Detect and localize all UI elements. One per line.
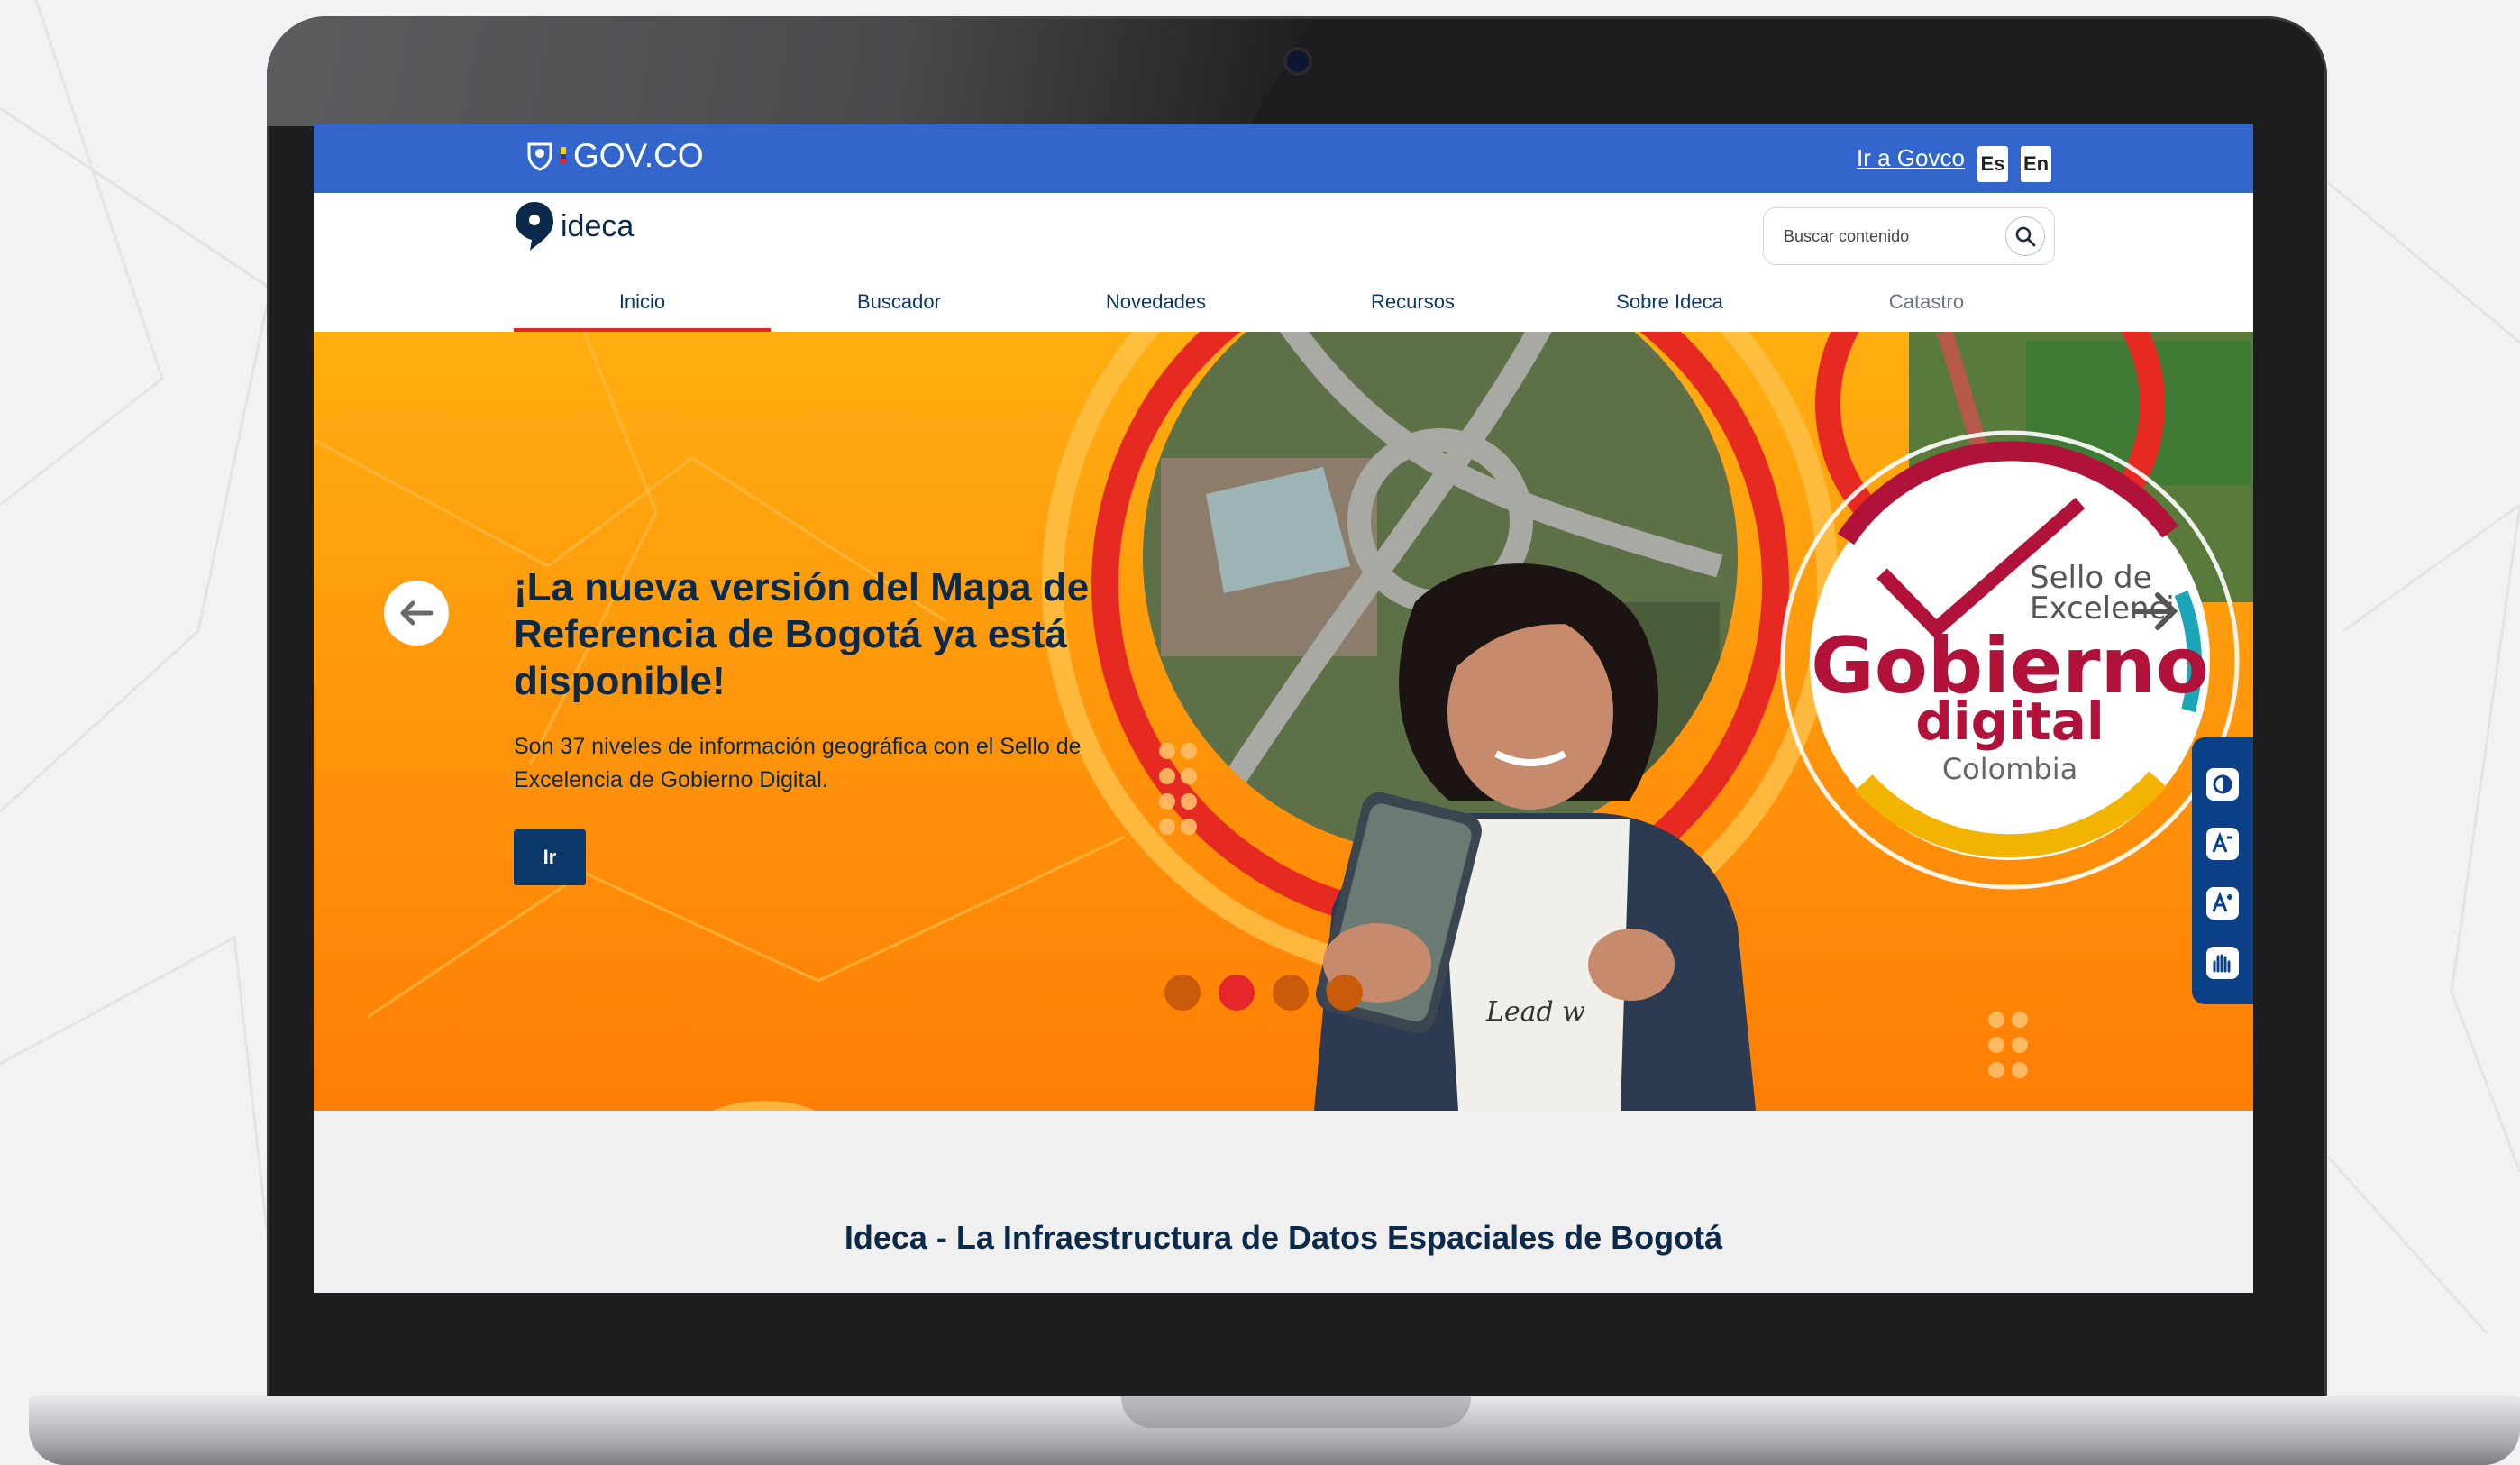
carousel-dot-1[interactable] bbox=[1164, 975, 1201, 1011]
search-button[interactable] bbox=[2005, 216, 2045, 256]
font-increase-button[interactable] bbox=[2206, 887, 2239, 920]
hero-ir-button[interactable]: Ir bbox=[514, 829, 586, 885]
site-header: ideca Inicio Buscador Novedades Recursos… bbox=[314, 193, 2253, 332]
ir-a-govco-link[interactable]: Ir a Govco bbox=[1857, 144, 1965, 172]
language-en-button[interactable]: En bbox=[2021, 146, 2051, 182]
arrow-left-icon bbox=[400, 600, 434, 626]
ideca-logo[interactable]: ideca bbox=[514, 200, 634, 252]
font-decrease-button[interactable] bbox=[2206, 828, 2239, 860]
flag-mark-icon bbox=[561, 147, 566, 163]
font-increase-icon bbox=[2212, 892, 2232, 912]
colombia-shield-icon bbox=[527, 142, 552, 171]
hero-title: ¡La nueva versión del Mapa de Referencia… bbox=[514, 565, 1090, 703]
seal-country: Colombia bbox=[1942, 752, 2077, 786]
carousel-prev-button[interactable] bbox=[384, 581, 449, 646]
contrast-button[interactable] bbox=[2206, 768, 2239, 801]
sign-language-icon bbox=[2213, 954, 2231, 973]
brand-name: ideca bbox=[561, 208, 635, 243]
carousel-dot-4[interactable] bbox=[1327, 975, 1363, 1011]
accessibility-toolbar bbox=[2192, 737, 2253, 1004]
language-es-button[interactable]: Es bbox=[1977, 146, 2008, 182]
govco-logo-text: GOV.CO bbox=[573, 137, 704, 174]
section-title: Ideca - La Infraestructura de Datos Espa… bbox=[844, 1219, 1723, 1256]
map-pin-logo-icon bbox=[516, 202, 553, 251]
carousel-dot-3[interactable] bbox=[1273, 975, 1309, 1011]
tab-sobre-ideca[interactable]: Sobre Ideca bbox=[1541, 283, 1798, 332]
tab-novedades[interactable]: Novedades bbox=[1027, 283, 1284, 332]
carousel-dot-2[interactable] bbox=[1219, 975, 1255, 1011]
tab-inicio[interactable]: Inicio bbox=[514, 283, 771, 332]
hero-subtitle: Son 37 niveles de información geográfica… bbox=[514, 734, 1082, 792]
tab-recursos[interactable]: Recursos bbox=[1284, 283, 1541, 332]
camera-icon bbox=[1287, 50, 1309, 72]
main-nav: Inicio Buscador Novedades Recursos Sobre… bbox=[514, 283, 2055, 332]
gov-top-bar: GOV.CO Ir a Govco Es En bbox=[314, 124, 2253, 193]
sign-language-button[interactable] bbox=[2206, 947, 2239, 979]
laptop-notch bbox=[1121, 1396, 1471, 1428]
hero-carousel: Sello de Excelenci Gobierno digital Colo… bbox=[314, 332, 2253, 1111]
search-input[interactable] bbox=[1782, 221, 2002, 252]
shirt-print: Lead w bbox=[1485, 996, 1585, 1028]
seal-word2: digital bbox=[1915, 691, 2105, 752]
browser-screen: GOV.CO Ir a Govco Es En ideca Inicio bbox=[314, 124, 2253, 1293]
contrast-icon bbox=[2213, 774, 2232, 794]
font-decrease-icon bbox=[2212, 832, 2232, 853]
govco-logo[interactable]: GOV.CO bbox=[526, 137, 704, 175]
search-icon bbox=[2015, 226, 2036, 247]
lid-glare bbox=[267, 16, 1312, 126]
search-box bbox=[1763, 207, 2055, 265]
tab-buscador[interactable]: Buscador bbox=[771, 283, 1027, 332]
tab-catastro[interactable]: Catastro bbox=[1798, 283, 2055, 332]
